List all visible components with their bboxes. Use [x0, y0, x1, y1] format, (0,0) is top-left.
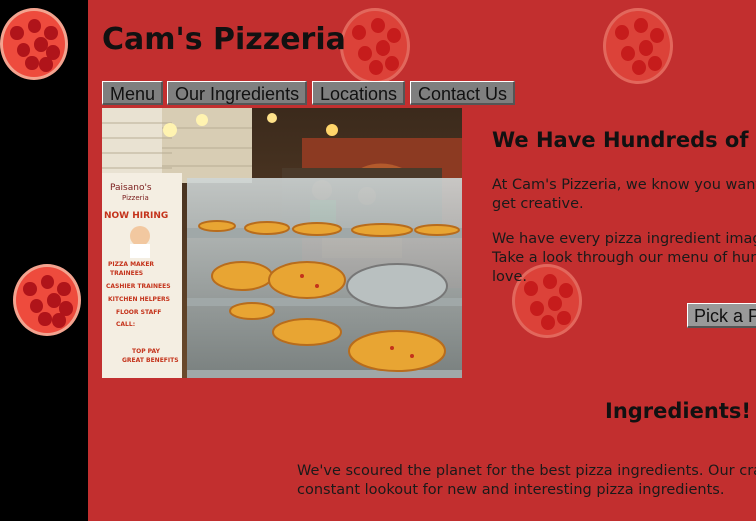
banner-line: CASHIER TRAINEES: [106, 283, 171, 290]
hero-paragraph-1-line-1: At Cam's Pizzeria, we know you want: [492, 177, 756, 193]
ingredients-line-2: constant lookout for new and interesting…: [297, 482, 725, 498]
ingredients-line-1: We've scoured the planet for the best pi…: [297, 463, 756, 479]
banner-brand: Paisano's: [110, 183, 152, 193]
sidebar: [0, 0, 88, 521]
hero-paragraph-2-line-3: love.: [492, 269, 528, 285]
banner-line: GREAT BENEFITS: [122, 357, 179, 364]
nav-locations-button[interactable]: Locations: [312, 81, 405, 105]
banner-line: TRAINEES: [110, 270, 143, 277]
banner-hiring: NOW HIRING: [104, 211, 168, 221]
banner-sub: Pizzeria: [122, 194, 149, 202]
ingredients-title: Ingredients!: [605, 399, 751, 423]
nav-menu-button[interactable]: Menu: [102, 81, 163, 105]
pepperoni-pizza-icon: [0, 8, 68, 80]
nav-ingredients-button[interactable]: Our Ingredients: [167, 81, 307, 105]
nav-contact-button[interactable]: Contact Us: [410, 81, 515, 105]
banner-line: FLOOR STAFF: [116, 309, 161, 316]
pepperoni-pizza-icon: [340, 8, 410, 84]
banner-line: TOP PAY: [132, 348, 161, 355]
banner-line: PIZZA MAKER: [108, 261, 154, 268]
pizzeria-photo: Paisano's Pizzeria NOW HIRING PIZZA MAKE…: [102, 108, 462, 378]
site-title: Cam's Pizzeria: [102, 22, 346, 57]
main-content: Cam's Pizzeria Menu Our Ingredients Loca…: [88, 0, 756, 521]
pepperoni-pizza-icon: [13, 264, 81, 336]
banner-line: KITCHEN HELPERS: [108, 296, 170, 303]
hero-headline: We Have Hundreds of P: [492, 128, 756, 152]
pepperoni-pizza-icon: [603, 8, 673, 84]
pizzeria-counter-photo: Paisano's Pizzeria NOW HIRING PIZZA MAKE…: [102, 108, 462, 378]
hero-paragraph-2-line-2: Take a look through our menu of hun: [492, 250, 756, 266]
banner-line: CALL:: [116, 321, 135, 328]
hero-paragraph-2-line-1: We have every pizza ingredient imag: [492, 231, 756, 247]
pick-a-pizza-button[interactable]: Pick a P: [687, 303, 756, 328]
hero-paragraph-1-line-2: get creative.: [492, 196, 584, 212]
